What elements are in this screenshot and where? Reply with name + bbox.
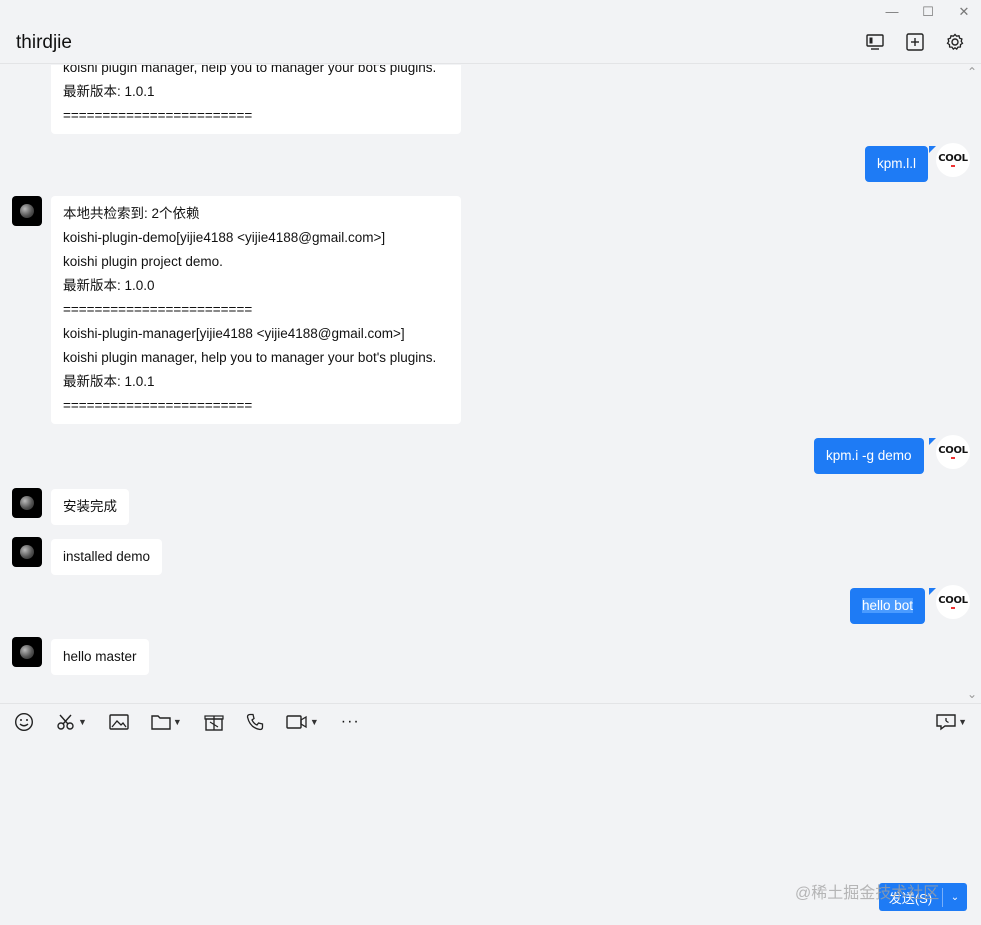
message-text: 安装完成 — [63, 499, 117, 514]
gift-icon[interactable] — [204, 712, 224, 732]
bot-message: installed demo — [51, 539, 163, 575]
avatar-label: COOL — [938, 153, 968, 164]
my-message: hello bot — [850, 588, 926, 624]
message-line: ======================== — [63, 398, 253, 413]
more-label: ··· — [340, 712, 360, 730]
send-button[interactable]: 发送(S) ⌄ — [879, 883, 967, 911]
maximize-button[interactable]: ☐ — [919, 4, 937, 20]
close-button[interactable]: ✕ — [955, 4, 973, 20]
message-text: hello master — [63, 649, 137, 664]
window-controls: — ☐ ✕ — [883, 4, 973, 20]
message-text: kpm.l.l — [877, 156, 917, 171]
input-toolbar: ▼ ▼ ▼ ··· ▼ — [0, 703, 981, 739]
bot-avatar[interactable] — [12, 488, 42, 518]
message-list[interactable]: ⌃ koishi plugin manager, help you to man… — [0, 65, 981, 702]
avatar-label: COOL — [938, 445, 968, 456]
scroll-up-icon[interactable]: ⌃ — [967, 65, 977, 79]
emoji-icon[interactable] — [14, 712, 34, 732]
chevron-down-icon[interactable]: ▼ — [958, 717, 967, 727]
my-avatar[interactable]: COOL — [936, 435, 970, 469]
bot-message: koishi plugin manager, help you to manag… — [51, 65, 461, 134]
bot-message: hello master — [51, 639, 149, 675]
settings-icon[interactable] — [945, 32, 965, 52]
message-line: 本地共检索到: 2个依赖 — [63, 206, 200, 221]
message-input[interactable] — [0, 740, 981, 925]
ball-icon — [20, 545, 34, 559]
avatar-mark — [951, 457, 955, 459]
bot-message: 安装完成 — [51, 489, 129, 525]
send-options-chevron-icon[interactable]: ⌄ — [943, 892, 967, 903]
message-line: ======================== — [63, 302, 253, 317]
add-member-icon[interactable] — [905, 32, 925, 52]
message-line: ======================== — [63, 108, 253, 123]
chevron-down-icon[interactable]: ▼ — [78, 717, 87, 727]
my-message: kpm.l.l — [865, 146, 929, 182]
my-avatar[interactable]: COOL — [936, 585, 970, 619]
message-text: hello bot — [862, 598, 914, 613]
more-icon[interactable]: ··· — [341, 712, 360, 732]
minimize-button[interactable]: — — [883, 4, 901, 20]
phone-icon[interactable] — [246, 712, 264, 732]
bot-avatar[interactable] — [12, 537, 42, 567]
chat-header: thirdjie — [0, 28, 981, 64]
bubble-tail — [929, 146, 936, 153]
my-avatar[interactable]: COOL — [936, 143, 970, 177]
folder-icon[interactable]: ▼ — [151, 712, 182, 732]
message-line: koishi-plugin-manager[yijie4188 <yijie41… — [63, 326, 405, 341]
chat-title: thirdjie — [16, 32, 72, 53]
chevron-down-icon[interactable]: ▼ — [173, 717, 182, 727]
chevron-down-icon[interactable]: ▼ — [310, 717, 319, 727]
message-text: installed demo — [63, 549, 151, 564]
my-message: kpm.i -g demo — [814, 438, 924, 474]
bot-avatar[interactable] — [12, 637, 42, 667]
message-line: 最新版本: 1.0.1 — [63, 374, 155, 389]
message-line: koishi plugin manager, help you to manag… — [63, 350, 437, 365]
send-label[interactable]: 发送(S) — [879, 887, 943, 907]
screen-share-icon[interactable] — [865, 32, 885, 52]
message-line: koishi plugin project demo. — [63, 254, 223, 269]
message-line: 最新版本: 1.0.1 — [63, 84, 155, 99]
avatar-mark — [951, 607, 955, 609]
scissors-icon[interactable]: ▼ — [56, 712, 87, 732]
avatar-mark — [951, 165, 955, 167]
image-icon[interactable] — [109, 712, 129, 732]
message-line: 最新版本: 1.0.0 — [63, 278, 155, 293]
ball-icon — [20, 496, 34, 510]
ball-icon — [20, 204, 34, 218]
message-text: kpm.i -g demo — [826, 448, 912, 463]
header-tools — [865, 32, 965, 52]
bot-avatar[interactable] — [12, 196, 42, 226]
bubble-tail — [929, 588, 936, 595]
bot-message: 本地共检索到: 2个依赖 koishi-plugin-demo[yijie418… — [51, 196, 461, 424]
ball-icon — [20, 645, 34, 659]
scroll-down-icon[interactable]: ⌄ — [967, 687, 977, 701]
message-line: koishi-plugin-demo[yijie4188 <yijie4188@… — [63, 230, 386, 245]
message-line: koishi plugin manager, help you to manag… — [63, 65, 437, 75]
message-history-icon[interactable]: ▼ — [936, 713, 967, 731]
avatar-label: COOL — [938, 595, 968, 606]
video-icon[interactable]: ▼ — [286, 712, 319, 732]
bubble-tail — [929, 438, 936, 445]
